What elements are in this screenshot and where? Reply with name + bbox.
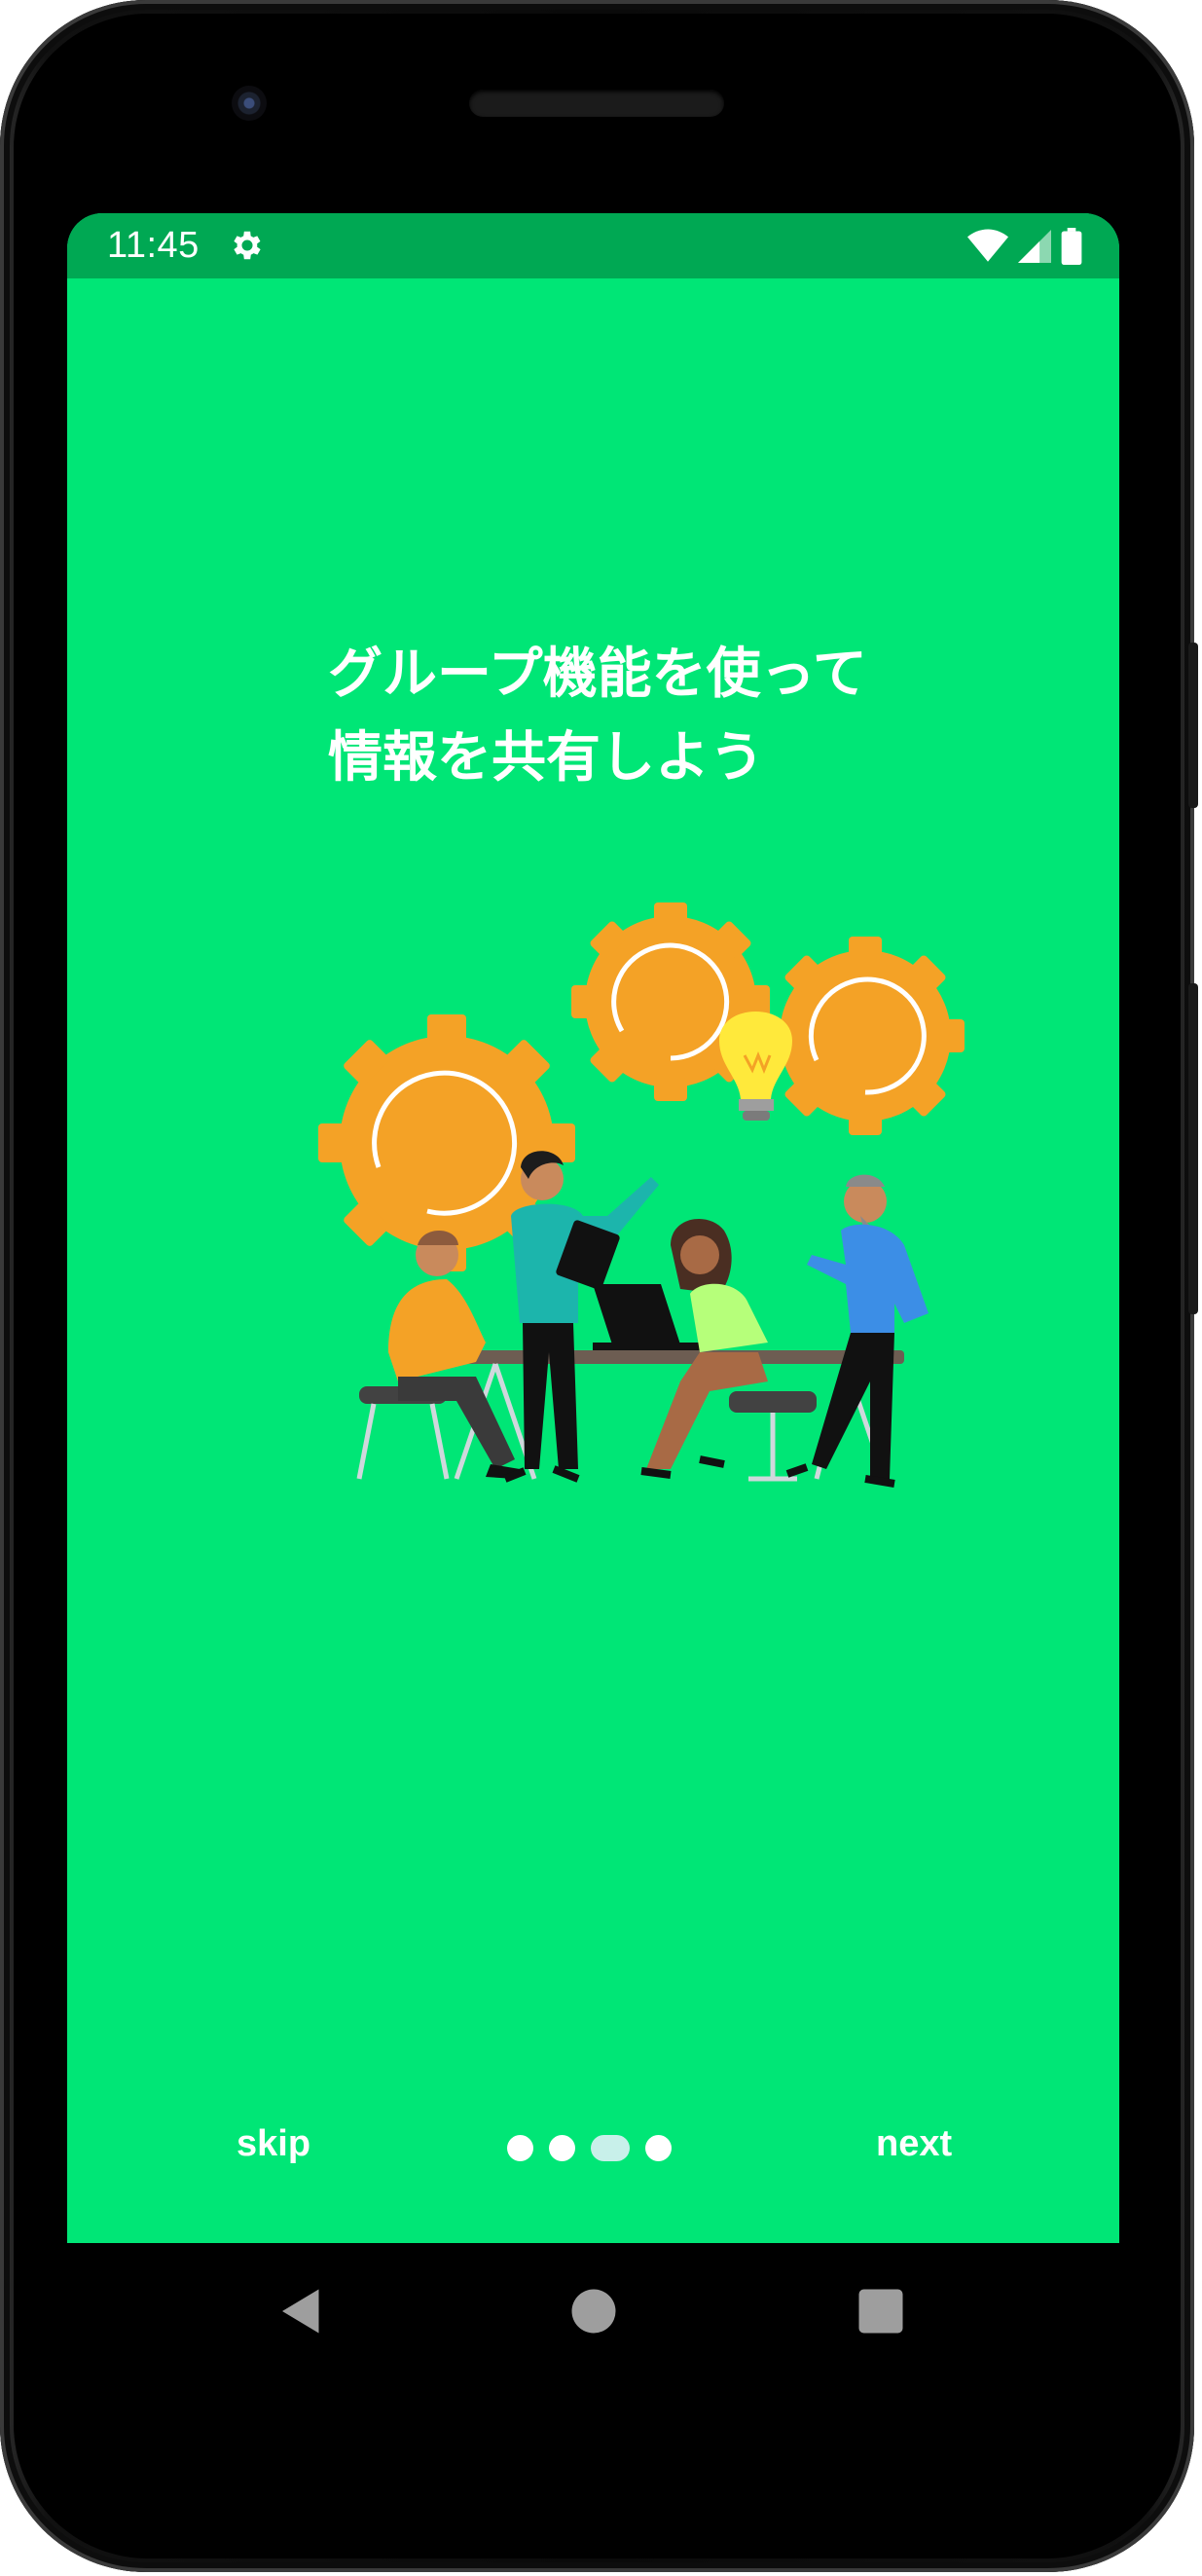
status-bar: 11:45 — [67, 213, 1119, 278]
onboarding-title: グループ機能を使って 情報を共有しよう — [328, 632, 867, 799]
page-dot-4[interactable] — [645, 2135, 672, 2161]
status-time: 11:45 — [107, 225, 200, 266]
skip-button[interactable]: skip — [237, 2123, 310, 2165]
title-line-2: 情報を共有しよう — [328, 726, 764, 788]
home-icon[interactable] — [565, 2282, 623, 2340]
phone-frame: 11:45 グループ機能を使って 情報を共有しよう skip next — [0, 0, 1198, 2572]
system-navigation-bar — [67, 2243, 1119, 2389]
team-collaboration-illustration — [318, 902, 965, 1488]
volume-button — [1188, 643, 1198, 808]
page-indicator — [507, 2135, 672, 2161]
app-screen: 11:45 グループ機能を使って 情報を共有しよう skip next — [67, 213, 1119, 2243]
next-button[interactable]: next — [876, 2123, 952, 2165]
right-gear-icon — [766, 937, 965, 1135]
onboarding-controls: skip next — [67, 2102, 1119, 2209]
wifi-icon — [967, 229, 1008, 262]
front-camera — [232, 86, 267, 121]
back-icon[interactable] — [273, 2282, 331, 2340]
earpiece-speaker — [469, 90, 724, 117]
title-line-1: グループ機能を使って — [328, 643, 867, 704]
person-standing-blue — [785, 1174, 929, 1488]
recents-icon[interactable] — [852, 2282, 910, 2340]
page-dot-3-active[interactable] — [591, 2135, 630, 2161]
power-button — [1188, 983, 1198, 1314]
battery-icon — [1061, 228, 1082, 265]
page-dot-2[interactable] — [549, 2135, 575, 2161]
settings-gear-icon — [234, 231, 261, 260]
lightbulb-icon — [719, 1012, 792, 1121]
cellular-signal-icon — [1018, 230, 1051, 263]
page-dot-1[interactable] — [507, 2135, 533, 2161]
